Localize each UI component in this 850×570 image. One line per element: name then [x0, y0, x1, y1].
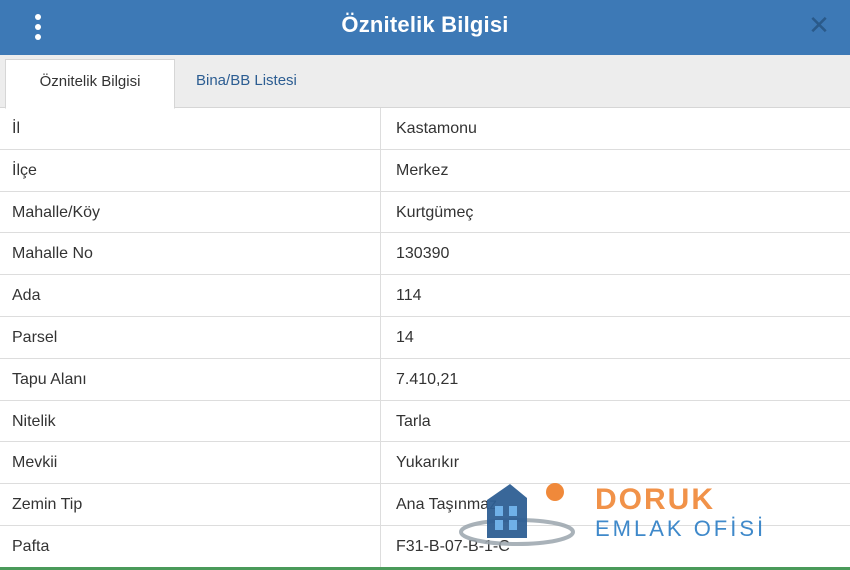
attribute-key: İlçe — [0, 149, 381, 191]
table-row: Ada 114 — [0, 275, 850, 317]
attribute-value: Kurtgümeç — [396, 203, 474, 221]
table-row: Pafta F31-B-07-B-1-C — [0, 525, 850, 568]
table-row: Tapu Alanı 7.410,21 — [0, 358, 850, 401]
table-row: Mahalle/Köy Kurtgümeç — [0, 191, 850, 234]
table-row: Parsel 14 — [0, 316, 850, 359]
attribute-value: Yukarıkır — [396, 454, 460, 472]
tab-bina-bb-listesi[interactable]: Bina/BB Listesi — [182, 59, 311, 109]
table-row: Mevkii Yukarıkır — [0, 442, 850, 485]
attribute-value: 14 — [396, 328, 414, 346]
attribute-value: Merkez — [396, 161, 449, 179]
close-icon[interactable]: ✕ — [806, 11, 832, 39]
attribute-key: Mevkii — [0, 442, 381, 484]
attribute-key: Pafta — [0, 525, 381, 568]
attribute-key: Parsel — [0, 316, 381, 358]
attribute-key: Nitelik — [0, 400, 381, 442]
dialog-header: Öznitelik Bilgisi ✕ — [0, 0, 850, 55]
attribute-key: Mahalle/Köy — [0, 191, 381, 233]
attribute-key: Zemin Tip — [0, 484, 381, 525]
table-row: Nitelik Tarla — [0, 400, 850, 443]
table-row: İlçe Merkez — [0, 149, 850, 192]
attribute-value: 7.410,21 — [396, 370, 459, 388]
table-row: İl Kastamonu — [0, 108, 850, 150]
attribute-value: Ana Taşınmaz — [396, 496, 498, 514]
attribute-key: Ada — [0, 275, 381, 316]
attribute-table: İl Kastamonu İlçe Merkez Mahalle/Köy Kur… — [0, 108, 850, 568]
attribute-value: F31-B-07-B-1-C — [396, 537, 510, 555]
table-row: Mahalle No 130390 — [0, 233, 850, 276]
attribute-value: 130390 — [396, 245, 450, 263]
tab-bar: Öznitelik Bilgisi Bina/BB Listesi — [0, 55, 850, 109]
attribute-value: Tarla — [396, 412, 431, 430]
attribute-value: 114 — [396, 287, 422, 305]
tab-oznitelik-bilgisi[interactable]: Öznitelik Bilgisi — [5, 59, 175, 109]
attribute-key: Tapu Alanı — [0, 358, 381, 400]
attribute-value: Kastamonu — [396, 120, 477, 137]
table-row: Zemin Tip Ana Taşınmaz — [0, 484, 850, 526]
attribute-key: Mahalle No — [0, 233, 381, 275]
dialog-title: Öznitelik Bilgisi — [341, 12, 509, 37]
attribute-key: İl — [0, 108, 381, 149]
